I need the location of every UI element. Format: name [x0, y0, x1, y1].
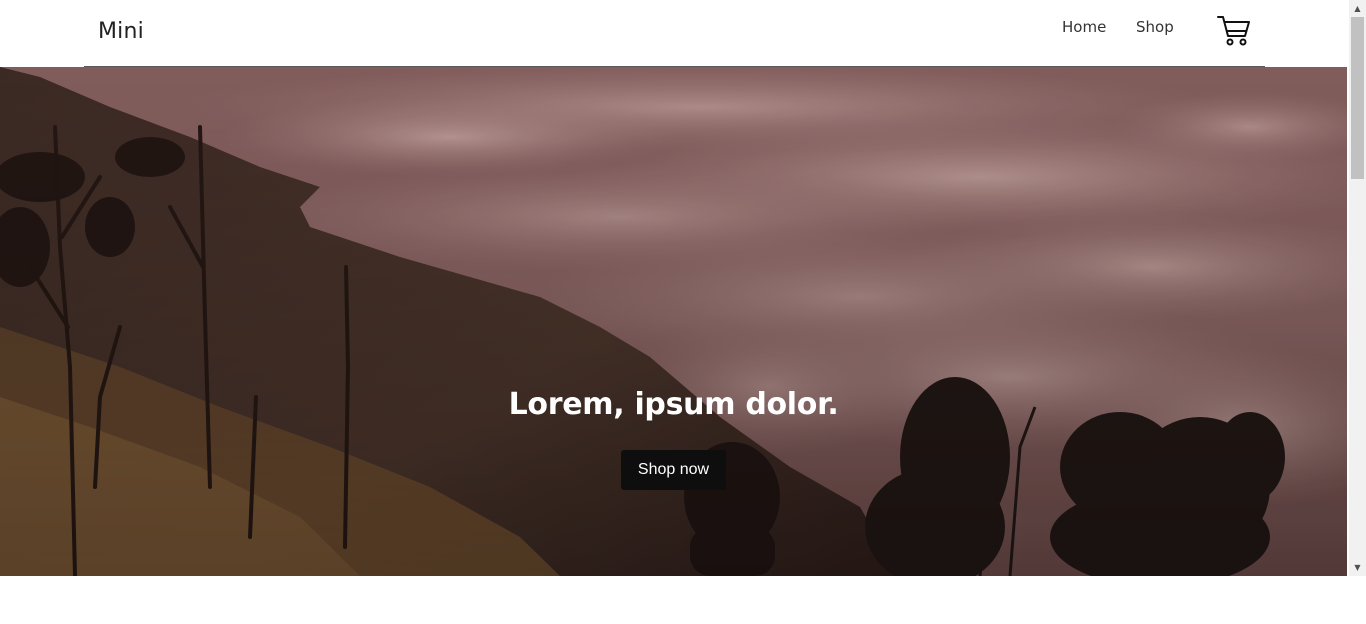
nav-link-shop[interactable]: Shop	[1136, 18, 1174, 36]
browser-viewport: Mini Home Shop Lorem, ipsum dolor. Shop …	[0, 0, 1366, 624]
site-header: Mini Home Shop	[0, 0, 1349, 66]
nav-link-home[interactable]: Home	[1062, 18, 1106, 36]
vertical-scrollbar[interactable]: ▲ ▼	[1349, 0, 1366, 576]
scrollbar-thumb[interactable]	[1351, 17, 1364, 179]
hero-banner: Lorem, ipsum dolor. Shop now	[0, 67, 1347, 576]
scroll-up-arrow-icon[interactable]: ▲	[1349, 0, 1366, 17]
mountain-clouds-image	[0, 67, 1347, 576]
shop-now-button[interactable]: Shop now	[621, 450, 726, 490]
shopping-cart-icon[interactable]	[1216, 14, 1252, 48]
scroll-down-arrow-icon[interactable]: ▼	[1349, 559, 1366, 576]
site-logo[interactable]: Mini	[98, 19, 144, 44]
hero-title: Lorem, ipsum dolor.	[508, 387, 839, 422]
page-below-fold	[0, 576, 1366, 624]
